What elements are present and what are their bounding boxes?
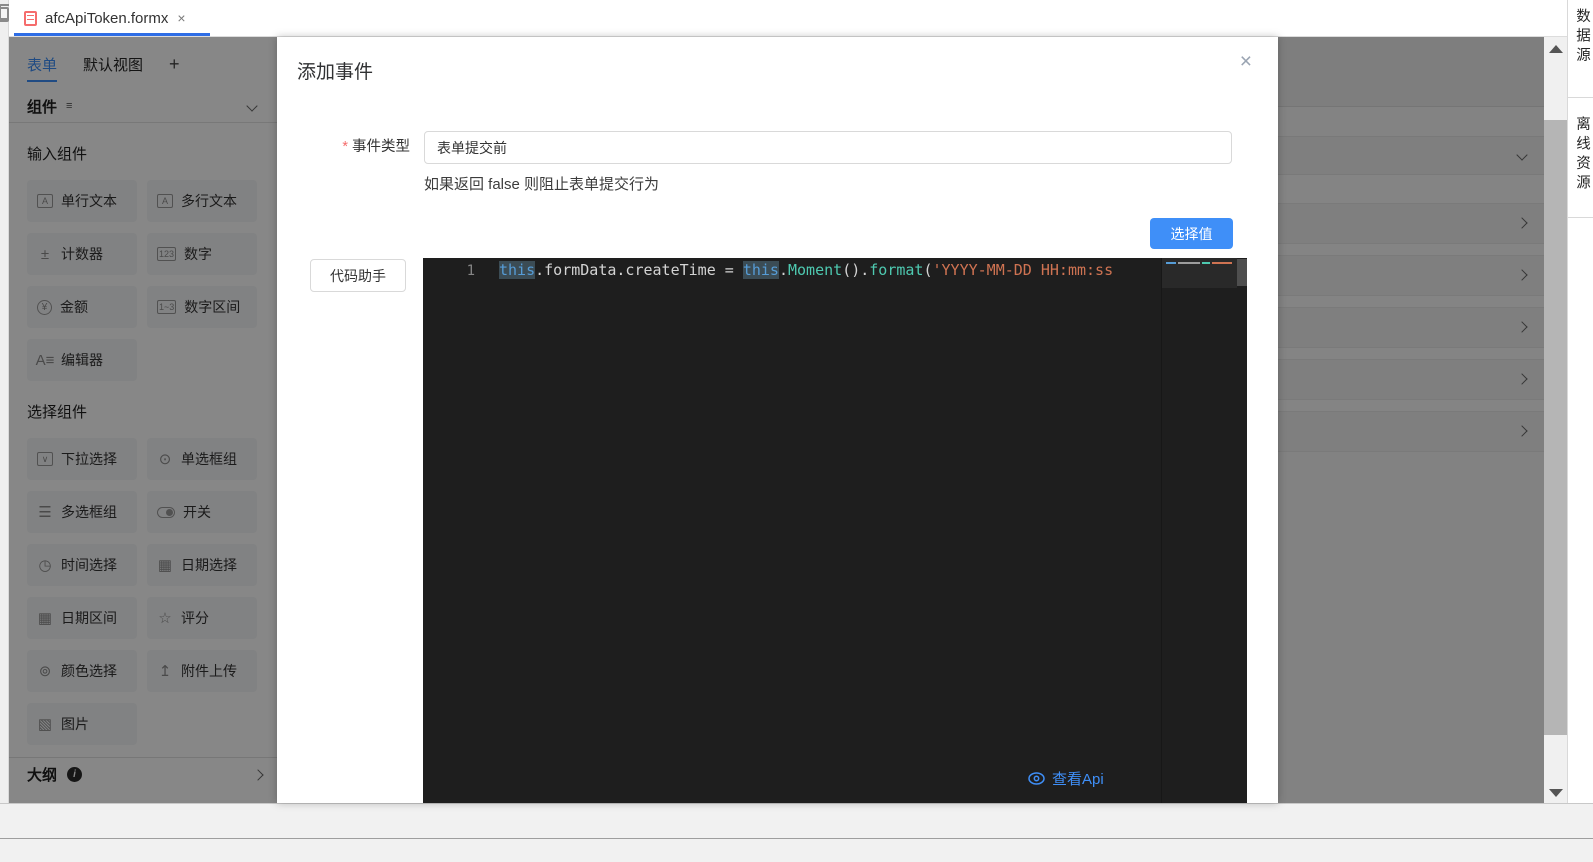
modal-backdrop-right [1278,37,1544,803]
offline-resources-label: 离线资源 [1568,108,1593,194]
code-editor[interactable]: 1 this.formData.createTime = this.Moment… [423,258,1247,803]
form-file-icon [24,11,37,26]
tab-data-source[interactable]: 数据源 [1568,0,1593,98]
active-tab-underline [14,33,210,36]
event-type-input[interactable] [424,131,1232,164]
minimap-code-line [1212,262,1232,264]
code-token: Moment [788,261,842,279]
code-token: 'YYYY-MM-DD HH:mm:ss [933,261,1114,279]
app-window: afcApiToken.formx × 表单 默认视图 + 组件 ≡ 输入组件A… [0,0,1593,862]
top-tab-bar: afcApiToken.formx × [9,0,1567,37]
file-tab-title: afcApiToken.formx [45,10,168,27]
app-scrollbar-thumb[interactable] [1544,120,1567,735]
select-value-button[interactable]: 选择值 [1150,218,1233,249]
modal-backdrop-left [9,37,278,803]
left-collapsed-strip [0,0,9,803]
eye-icon [1028,772,1045,785]
minimap-code-line [1202,262,1210,264]
properties-panel [1278,37,1544,803]
event-help-text: 如果返回 false 则阻止表单提交行为 [424,173,659,194]
code-assistant-button[interactable]: 代码助手 [310,259,406,292]
view-api-link[interactable]: 查看Api [1028,768,1104,789]
event-type-label: *事件类型 [277,131,410,164]
editor-scrollbar-thumb[interactable] [1237,259,1247,286]
code-token: format [869,261,923,279]
bottom-band [0,803,1593,862]
minimap-code-line [1178,262,1200,264]
tab-offline-resources[interactable]: 离线资源 [1568,98,1593,218]
code-token: this [743,261,779,279]
required-mark: * [342,139,348,155]
code-token: . [779,261,788,279]
bottom-divider [0,838,1593,839]
right-tab-strip: 数据源 离线资源 [1567,0,1593,803]
code-token: ( [923,261,932,279]
scroll-down-icon[interactable] [1549,789,1563,797]
file-tab[interactable]: afcApiToken.formx × [14,0,210,36]
file-tab-close-icon[interactable]: × [177,10,185,26]
scroll-up-icon[interactable] [1549,45,1563,53]
editor-scrollbar[interactable] [1237,258,1247,803]
component-sidebar: 表单 默认视图 + 组件 ≡ 输入组件A单行文本A多行文本±计数器123数字¥金… [9,37,278,803]
code-line[interactable]: this.formData.createTime = this.Moment()… [499,261,1113,279]
add-event-dialog: 添加事件 × *事件类型 如果返回 false 则阻止表单提交行为 选择值 代码… [277,37,1278,803]
data-source-label: 数据源 [1568,0,1593,67]
minimap-code-line [1166,262,1176,264]
panel-toggle-icon[interactable] [0,7,9,22]
line-number: 1 [423,263,475,279]
minimap[interactable] [1161,258,1237,803]
app-scrollbar[interactable] [1544,37,1567,805]
code-token: .formData.createTime = [535,261,743,279]
dialog-close-icon[interactable]: × [1240,51,1252,72]
code-token: this [499,261,535,279]
view-api-label: 查看Api [1052,768,1104,789]
dialog-title: 添加事件 [297,57,373,84]
code-token: (). [842,261,869,279]
